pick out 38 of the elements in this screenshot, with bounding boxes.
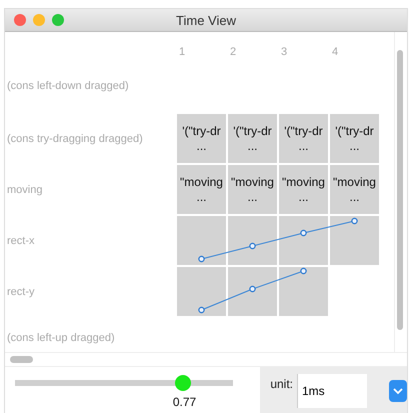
row-label: (cons left-up dragged) xyxy=(7,332,116,344)
row-label: moving xyxy=(7,184,44,196)
value-cell: '("try-dr ... xyxy=(330,114,379,163)
window-title: Time View xyxy=(176,12,236,28)
value-cell: "moving ... xyxy=(330,165,379,214)
column-header: 2 xyxy=(229,46,238,58)
scrollbar-thumb[interactable] xyxy=(397,50,403,330)
column-header: 4 xyxy=(331,46,340,58)
plot-cell xyxy=(279,267,328,316)
value-cell: '("try-dr ... xyxy=(279,114,328,163)
vertical-scrollbar[interactable] xyxy=(394,32,405,352)
value-cell: '("try-dr ... xyxy=(228,114,277,163)
chevron-down-icon xyxy=(393,388,403,394)
scrollbar-thumb[interactable] xyxy=(10,356,33,363)
value-cell: "moving ... xyxy=(228,165,277,214)
plot-cell xyxy=(228,216,277,265)
minimize-button[interactable] xyxy=(33,14,45,26)
zoom-button[interactable] xyxy=(52,14,64,26)
row-label: rect-y xyxy=(7,286,36,298)
row-label: (cons left-down dragged) xyxy=(7,80,130,92)
slider-value: 0.77 xyxy=(172,395,196,409)
plot-cell xyxy=(330,216,379,265)
unit-label: unit: xyxy=(270,377,293,391)
close-button[interactable] xyxy=(14,14,26,26)
value-cell: "moving ... xyxy=(279,165,328,214)
column-header: 3 xyxy=(280,46,288,58)
row-label: (cons try-dragging dragged) xyxy=(7,132,144,144)
row-label: rect-x xyxy=(7,234,36,246)
value-cell: "moving ... xyxy=(177,165,226,214)
plot-cell xyxy=(177,267,226,316)
value-cell: '("try-dr ... xyxy=(177,114,226,163)
horizontal-scrollbar[interactable] xyxy=(5,352,407,367)
plot-cell xyxy=(177,216,226,265)
dropdown-button[interactable] xyxy=(389,380,407,402)
plot-cell xyxy=(279,216,328,265)
plot-cell xyxy=(228,267,277,316)
slider-thumb[interactable] xyxy=(174,375,191,391)
column-header: 1 xyxy=(178,46,186,58)
